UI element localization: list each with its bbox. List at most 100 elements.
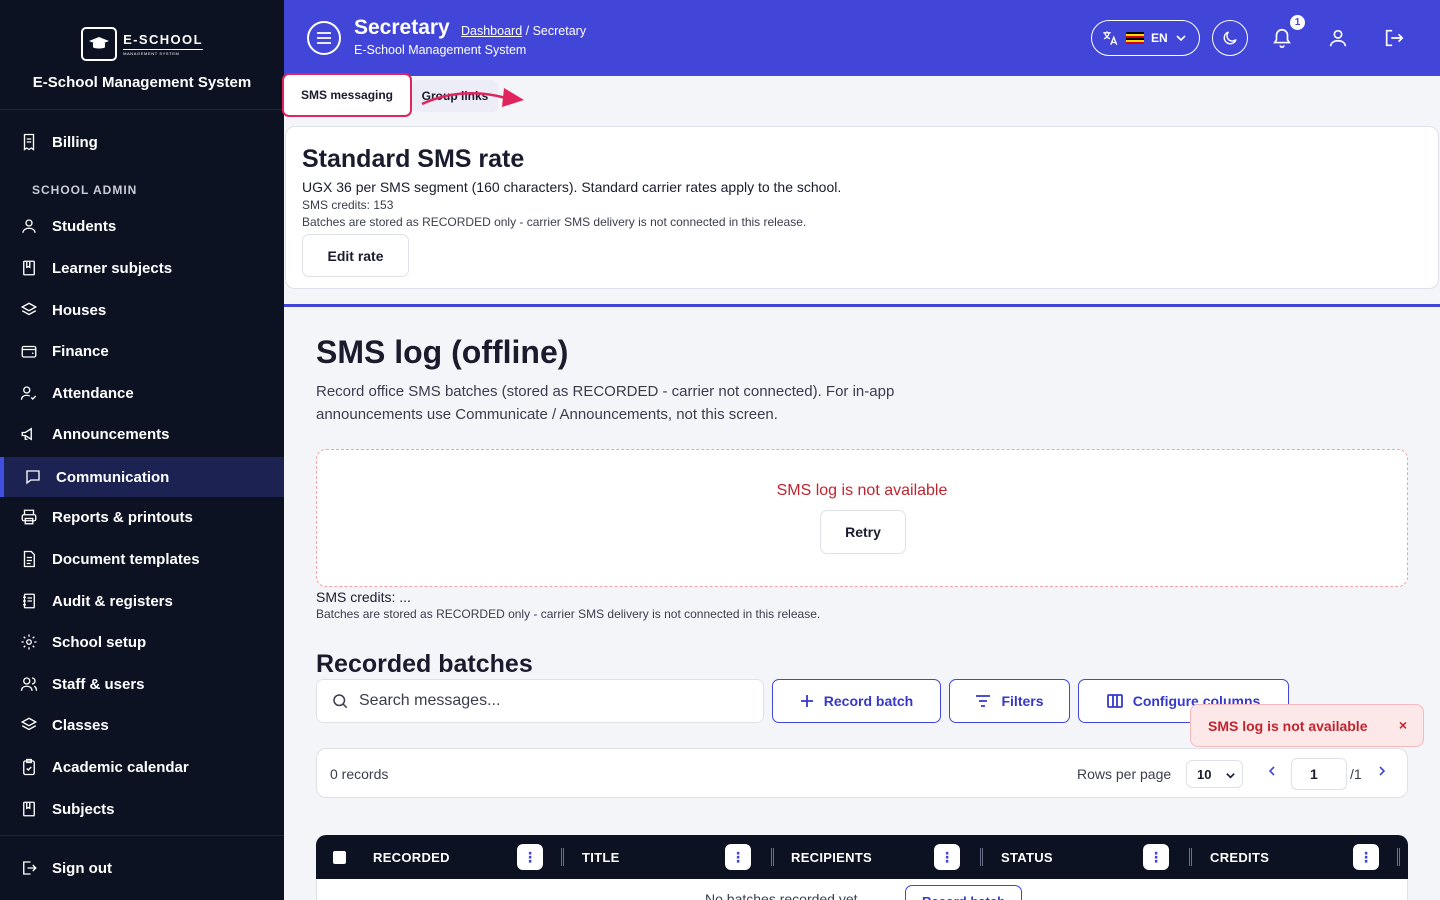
batches-title: Recorded batches (316, 650, 533, 678)
empty-state-text: No batches recorded yet. (705, 891, 862, 900)
column-header-status[interactable]: STATUS (1001, 850, 1053, 865)
rows-per-page-value: 10 (1197, 766, 1212, 782)
breadcrumb-current: / Secretary (525, 24, 587, 38)
logo: E-SCHOOL MANAGEMENT SYSTEM (81, 27, 203, 61)
sidebar-item-staff-users[interactable]: Staff & users (0, 664, 284, 704)
sidebar-item-reports[interactable]: Reports & printouts (0, 497, 284, 537)
sidebar-item-finance[interactable]: Finance (0, 331, 284, 371)
retry-button[interactable]: Retry (820, 510, 906, 554)
column-header-title[interactable]: TITLE (582, 850, 620, 865)
theme-toggle-button[interactable] (1212, 20, 1248, 56)
page-total: /1 (1350, 766, 1362, 782)
user-icon (1329, 29, 1347, 47)
page-title: Secretary (354, 16, 450, 39)
column-resize-handle[interactable] (561, 848, 564, 866)
toast-message: SMS log is not available (1208, 717, 1368, 734)
profile-button[interactable] (1326, 26, 1350, 50)
bell-icon (1273, 29, 1291, 48)
column-menu-icon[interactable]: ⋮ (517, 844, 543, 870)
layers-icon (20, 717, 38, 731)
moon-icon (1223, 31, 1237, 45)
filter-icon (976, 695, 991, 707)
filters-button[interactable]: Filters (949, 679, 1070, 723)
search-input[interactable] (359, 692, 739, 710)
sidebar-item-label: School setup (52, 633, 147, 651)
sidebar-item-label: Academic calendar (52, 758, 189, 776)
rows-per-page-select[interactable]: 10 (1186, 760, 1243, 788)
column-resize-handle[interactable] (1397, 848, 1400, 866)
notifications-button[interactable] (1270, 26, 1294, 50)
sidebar-item-label: Announcements (52, 425, 170, 443)
search-icon (333, 694, 348, 709)
graduation-cap-icon (81, 27, 118, 61)
hamburger-icon (317, 32, 331, 44)
uganda-flag-icon (1126, 32, 1144, 44)
column-resize-handle[interactable] (771, 848, 774, 866)
sidebar-item-label: Finance (52, 342, 109, 360)
empty-record-batch-button[interactable]: Record batch (905, 885, 1022, 900)
top-header: Secretary Dashboard / Secretary E-School… (284, 0, 1440, 76)
sidebar-item-academic-calendar[interactable]: Academic calendar (0, 747, 284, 787)
sidebar-item-label: Reports & printouts (52, 508, 193, 526)
column-menu-icon[interactable]: ⋮ (1143, 844, 1169, 870)
column-menu-icon[interactable]: ⋮ (934, 844, 960, 870)
book-icon (23, 260, 35, 276)
sidebar-item-houses[interactable]: Houses (0, 290, 284, 330)
sidebar-item-attendance[interactable]: Attendance (0, 373, 284, 413)
close-icon[interactable]: × (1399, 717, 1407, 733)
chevron-left-icon (1268, 766, 1275, 776)
menu-toggle-button[interactable] (307, 21, 341, 55)
table-body: No batches recorded yet. Record batch (316, 879, 1408, 900)
sidebar-item-learner-subjects[interactable]: Learner subjects (0, 248, 284, 288)
sidebar-item-label: Audit & registers (52, 592, 173, 610)
column-menu-icon[interactable]: ⋮ (725, 844, 751, 870)
breadcrumb-dashboard-link[interactable]: Dashboard (461, 24, 522, 38)
sms-credits: SMS credits: 153 (302, 198, 394, 212)
sidebar-item-subjects[interactable]: Subjects (0, 789, 284, 829)
sidebar-item-label: Document templates (52, 550, 200, 568)
sign-out-icon (23, 861, 37, 875)
logout-button[interactable] (1382, 26, 1406, 50)
breadcrumb: Dashboard / Secretary (461, 24, 586, 38)
annotation-arrow-icon (421, 88, 524, 107)
header-subtitle: E-School Management System (354, 43, 527, 57)
rate-note: Batches are stored as RECORDED only - ca… (302, 215, 807, 229)
column-header-credits[interactable]: CREDITS (1210, 850, 1269, 865)
chevron-down-icon (1226, 773, 1235, 779)
sidebar-item-label: Houses (52, 301, 107, 319)
sidebar-item-document-templates[interactable]: Document templates (0, 539, 284, 579)
page-number-input[interactable]: 1 (1291, 758, 1347, 790)
sidebar-item-label: Subjects (52, 800, 115, 818)
sign-out-button[interactable]: Sign out (0, 848, 284, 888)
layers-icon (20, 302, 38, 316)
column-resize-handle[interactable] (980, 848, 983, 866)
column-header-recorded[interactable]: RECORDED (373, 850, 450, 865)
select-all-checkbox[interactable] (333, 851, 346, 864)
sidebar-item-classes[interactable]: Classes (0, 705, 284, 745)
sidebar-item-audit[interactable]: Audit & registers (0, 581, 284, 621)
sidebar-item-communication[interactable]: Communication (0, 457, 284, 497)
sidebar-item-announcements[interactable]: Announcements (0, 414, 284, 454)
translate-icon (1103, 31, 1118, 46)
sms-log-description: Record office SMS batches (stored as REC… (316, 383, 895, 423)
wallet-icon (21, 345, 37, 358)
sidebar: E-SCHOOL MANAGEMENT SYSTEM E-School Mana… (0, 0, 284, 900)
sidebar-item-school-setup[interactable]: School setup (0, 622, 284, 662)
column-menu-icon[interactable]: ⋮ (1353, 844, 1379, 870)
record-batch-button[interactable]: Record batch (772, 679, 941, 723)
tab-sms-messaging[interactable]: SMS messaging (282, 73, 412, 117)
edit-rate-button[interactable]: Edit rate (302, 234, 409, 277)
language-selector[interactable]: EN (1091, 20, 1200, 56)
next-page-button[interactable] (1377, 764, 1387, 780)
megaphone-icon (21, 427, 32, 441)
column-resize-handle[interactable] (1189, 848, 1192, 866)
column-header-recipients[interactable]: RECIPIENTS (791, 850, 872, 865)
chevron-down-icon (1176, 35, 1186, 42)
previous-page-button[interactable] (1267, 764, 1277, 780)
sign-out-label: Sign out (52, 859, 112, 877)
sidebar-item-billing[interactable]: Billing (0, 122, 284, 162)
sms-log-title: SMS log (offline) (316, 334, 569, 370)
sidebar-item-students[interactable]: Students (0, 206, 284, 246)
table-header: RECORDED ⋮ TITLE ⋮ RECIPIENTS ⋮ STATUS ⋮… (316, 835, 1408, 879)
columns-icon (1106, 694, 1123, 708)
